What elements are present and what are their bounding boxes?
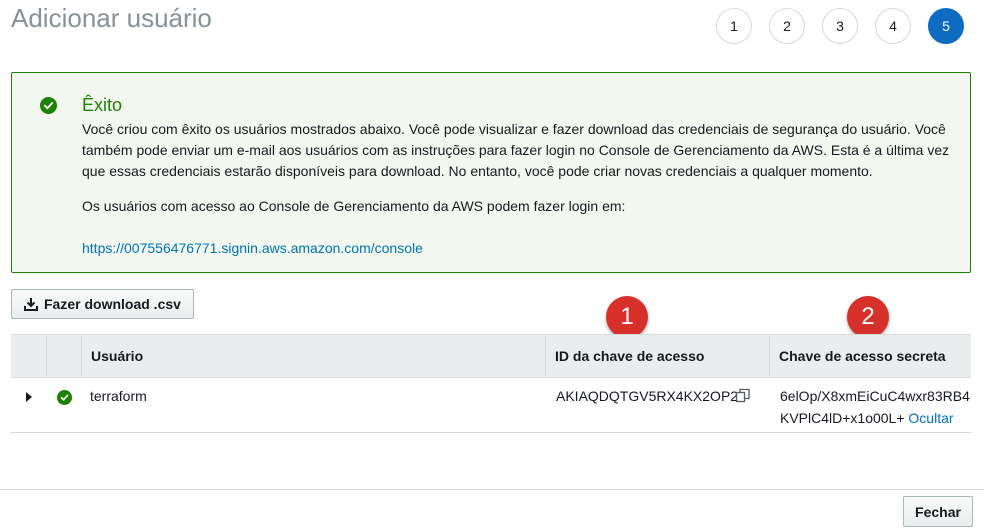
alert-body: Você criou com êxito os usuários mostrad…	[82, 121, 950, 179]
step-3: 3	[822, 8, 858, 44]
copy-icon[interactable]	[735, 388, 751, 404]
access-key-id: AKIAQDQTGV5RX4KX2OP2	[556, 388, 739, 404]
console-login-link[interactable]: https://007556476771.signin.aws.amazon.c…	[82, 238, 423, 259]
table-header: Usuário ID da chave de acesso Chave de a…	[11, 334, 971, 378]
footer-divider	[0, 489, 984, 490]
success-check-icon	[57, 390, 72, 405]
alert-title: Êxito	[82, 95, 123, 115]
download-csv-label: Fazer download .csv	[44, 296, 181, 312]
step-4: 4	[875, 8, 911, 44]
column-header-user: Usuário	[91, 348, 144, 364]
annotation-marker-2: 2	[847, 296, 889, 338]
download-csv-button[interactable]: Fazer download .csv	[11, 289, 194, 319]
page-title: Adicionar usuário	[11, 3, 212, 33]
alert-login-text: Os usuários com acesso ao Console de Ger…	[82, 198, 626, 214]
success-alert: Êxito Você criou com êxito os usuários m…	[11, 72, 971, 273]
column-header-secret-key: Chave de acesso secreta	[779, 348, 946, 364]
hide-secret-link[interactable]: Ocultar	[908, 410, 953, 426]
column-header-access-key-id: ID da chave de acesso	[555, 348, 705, 364]
annotation-marker-1: 1	[606, 296, 648, 338]
expand-row-caret-icon[interactable]	[26, 392, 32, 402]
secret-access-key: 6elOp/X8xmEiCuC4wxr83RB4KVPlC4lD+x1o00L+…	[780, 385, 970, 429]
step-2: 2	[769, 8, 805, 44]
wizard-steps: 1 2 3 4 5	[716, 8, 964, 44]
success-check-icon	[40, 97, 57, 114]
download-icon	[24, 298, 38, 311]
step-5-current: 5	[928, 8, 964, 44]
user-name: terraform	[90, 388, 147, 404]
step-1: 1	[716, 8, 752, 44]
close-button[interactable]: Fechar	[903, 496, 973, 527]
